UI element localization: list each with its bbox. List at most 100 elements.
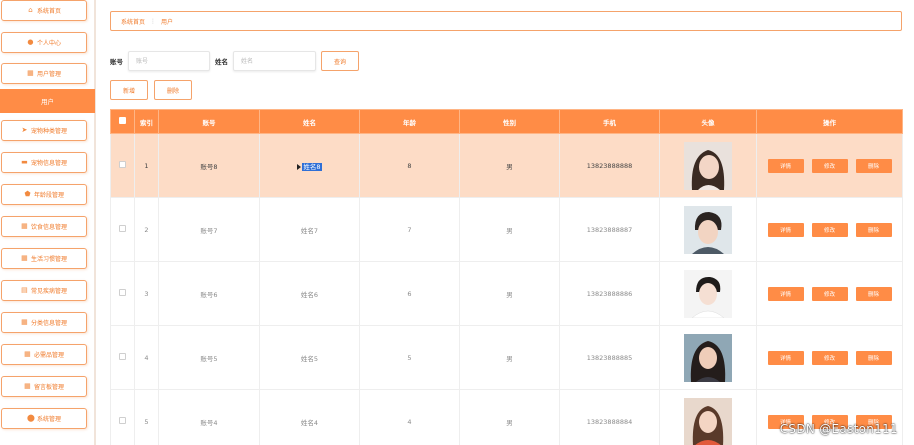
avatar-cell: [659, 133, 757, 198]
account-input[interactable]: [128, 51, 210, 71]
sidebar-item-label: 用户管理: [36, 71, 61, 78]
row-checkbox[interactable]: [119, 417, 126, 424]
row-delete-button[interactable]: 删除: [855, 286, 892, 301]
mouse-cursor-icon: [297, 163, 302, 170]
avatar-cell: [659, 325, 757, 390]
sidebar-item-label: 用户: [41, 98, 54, 106]
gender-cell: 男: [459, 261, 560, 326]
sidebar-item-profile[interactable]: ● 个人中心: [1, 32, 87, 53]
table-row[interactable]: 3 账号6 姓名6 6 男 13823888886 详情 修改 删除: [110, 261, 903, 326]
name-cell: 姓名7: [259, 197, 360, 262]
avatar: [684, 333, 732, 382]
avatar: [684, 397, 732, 445]
avatar: [684, 205, 732, 254]
detail-button[interactable]: 详情: [767, 158, 804, 173]
edit-button[interactable]: 修改: [811, 286, 848, 301]
account-cell: 账号8: [158, 133, 260, 198]
sidebar-item-pet-info[interactable]: ▬ 宠物信息管理: [1, 152, 87, 173]
age-cell: 6: [359, 261, 460, 326]
actions-cell: 详情 修改 删除: [756, 197, 903, 262]
grid-icon: ▦: [21, 254, 28, 262]
delete-button[interactable]: 删除: [154, 80, 192, 100]
query-button[interactable]: 查询: [321, 51, 359, 71]
index-cell: 4: [134, 325, 159, 390]
row-select-cell[interactable]: [110, 325, 135, 390]
sidebar-item-user-management[interactable]: ▦ 用户管理: [1, 63, 87, 84]
row-select-cell[interactable]: [110, 261, 135, 326]
sidebar-item-home[interactable]: ⌂ 系统首页: [1, 0, 87, 21]
gender-cell: 男: [459, 389, 560, 445]
home-icon: ⌂: [28, 6, 33, 14]
monitor-icon: ▬: [21, 158, 28, 166]
name-cell: 姓名5: [259, 325, 360, 390]
breadcrumb-current: 用户: [161, 18, 174, 26]
column-header: 头像: [659, 109, 757, 134]
sidebar-item-label: 生活习惯管理: [30, 256, 67, 263]
row-select-cell[interactable]: [110, 133, 135, 198]
actions-cell: 详情 修改 删除: [756, 389, 903, 445]
sidebar-item-diseases[interactable]: ▤ 常见疾病管理: [1, 280, 87, 301]
shield-icon: ⬟: [24, 190, 31, 198]
row-checkbox[interactable]: [119, 289, 126, 296]
age-cell: 7: [359, 197, 460, 262]
sidebar-item-age-group[interactable]: ⬟ 年龄段管理: [1, 184, 87, 205]
sidebar-item-label: 个人中心: [36, 40, 61, 47]
column-header: 操作: [756, 109, 903, 134]
add-button[interactable]: 新增: [110, 80, 148, 100]
row-delete-button[interactable]: 删除: [855, 350, 892, 365]
avatar-cell: [659, 197, 757, 262]
sidebar-item-label: 常见疾病管理: [30, 288, 67, 295]
table-row[interactable]: 4 账号5 姓名5 5 男 13823888885 详情 修改 删除: [110, 325, 903, 390]
sidebar-item-users[interactable]: 用户: [0, 89, 95, 113]
row-checkbox[interactable]: [119, 353, 126, 360]
sidebar-item-categories[interactable]: ▦ 分类信息管理: [1, 312, 87, 333]
detail-button[interactable]: 详情: [767, 222, 804, 237]
column-header: 账号: [158, 109, 260, 134]
select-all-checkbox[interactable]: [119, 117, 126, 124]
name-label: 姓名: [215, 58, 228, 66]
sidebar-item-label: 年龄段管理: [33, 192, 64, 199]
sidebar-item-diet-info[interactable]: ▦ 饮食信息管理: [1, 216, 87, 237]
phone-cell: 13823888887: [559, 197, 660, 262]
row-checkbox[interactable]: [119, 225, 126, 232]
account-cell: 账号4: [158, 389, 260, 445]
table-row[interactable]: 2 账号7 姓名7 7 男 13823888887 详情 修改 删除: [110, 197, 903, 262]
edit-button[interactable]: 修改: [811, 222, 848, 237]
sidebar-item-pet-species[interactable]: ➤ 宠物种类管理: [1, 120, 87, 141]
table-row[interactable]: 1 账号8 姓名8 8 男 13823888888 详情 修改 删除: [110, 133, 903, 198]
breadcrumb: 系统首页 ⋮ 用户: [110, 11, 902, 31]
avatar: [684, 141, 732, 190]
account-cell: 账号6: [158, 261, 260, 326]
name-cell: 姓名8: [259, 133, 360, 198]
grid-icon: ▦: [27, 69, 34, 77]
table-row[interactable]: 5 账号4 姓名4 4 男 13823888884 详情 修改 删除: [110, 389, 903, 445]
detail-button[interactable]: 详情: [767, 286, 804, 301]
edit-button[interactable]: 修改: [811, 158, 848, 173]
sidebar-item-necessities[interactable]: ▦ 必需品管理: [1, 344, 87, 365]
index-cell: 1: [134, 133, 159, 198]
sidebar-item-habits[interactable]: ▦ 生活习惯管理: [1, 248, 87, 269]
sidebar-item-system[interactable]: ⬤ 系统管理: [1, 408, 87, 429]
actions-cell: 详情 修改 删除: [756, 133, 903, 198]
row-select-cell[interactable]: [110, 197, 135, 262]
location-icon: ⬤: [26, 414, 35, 422]
column-header: 手机: [559, 109, 660, 134]
row-delete-button[interactable]: 删除: [855, 222, 892, 237]
breadcrumb-home[interactable]: 系统首页: [121, 17, 145, 26]
name-input[interactable]: [233, 51, 316, 71]
account-cell: 账号7: [158, 197, 260, 262]
column-header: 姓名: [259, 109, 360, 134]
row-select-cell[interactable]: [110, 389, 135, 445]
sidebar-item-label: 分类信息管理: [30, 320, 67, 327]
sidebar-item-message-board[interactable]: ▦ 留言板管理: [1, 376, 87, 397]
sidebar-item-label: 留言板管理: [33, 384, 64, 391]
grid-icon: ▦: [21, 318, 28, 326]
edit-button[interactable]: 修改: [811, 350, 848, 365]
phone-cell: 13823888885: [559, 325, 660, 390]
age-cell: 4: [359, 389, 460, 445]
row-delete-button[interactable]: 删除: [855, 158, 892, 173]
row-checkbox[interactable]: [119, 161, 126, 168]
detail-button[interactable]: 详情: [767, 350, 804, 365]
column-header: 年龄: [359, 109, 460, 134]
select-all-header[interactable]: [110, 109, 135, 134]
